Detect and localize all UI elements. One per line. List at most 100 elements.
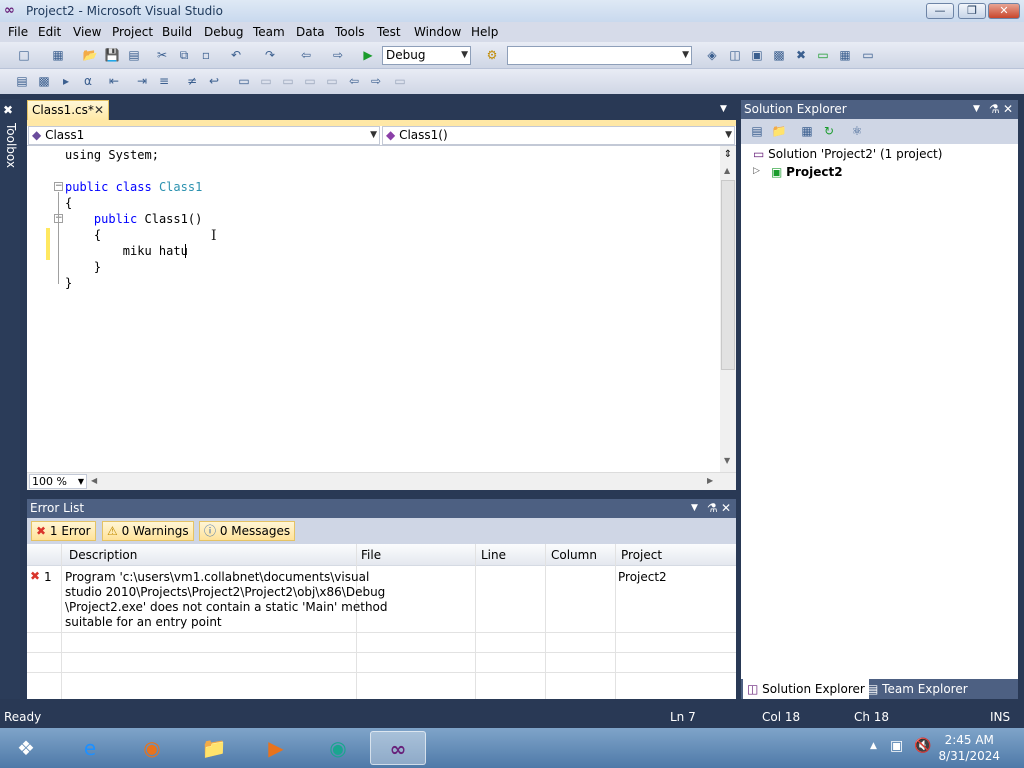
refresh-copy-icon[interactable]: ▦ (799, 123, 815, 139)
display-parameter-info-icon[interactable]: ▩ (36, 73, 52, 89)
column-line[interactable]: Line (481, 548, 506, 562)
media-player-icon[interactable]: ▶ (248, 731, 304, 765)
firefox-icon[interactable]: ◉ (124, 731, 180, 765)
code-line[interactable]: { (65, 227, 101, 243)
start-button-icon[interactable]: ❖ (2, 731, 50, 765)
solution-configuration-dropdown[interactable]: Debug ▼ (382, 46, 471, 65)
project-node[interactable]: ▣ Project2 (771, 165, 843, 179)
code-line[interactable]: { (65, 195, 72, 211)
show-all-files-icon[interactable]: 📁 (771, 123, 787, 139)
column-project[interactable]: Project (621, 548, 662, 562)
tab-list-chevron-icon[interactable]: ▼ (720, 104, 727, 114)
file-explorer-icon[interactable]: 📁 (186, 731, 242, 765)
tab-team-explorer[interactable]: ▤ Team Explorer (863, 679, 972, 699)
next-bookmark-document-icon[interactable]: ⇨ (368, 73, 384, 89)
menu-window[interactable]: Window (414, 25, 461, 39)
restore-button[interactable]: ❐ (958, 3, 986, 19)
format-icon[interactable]: ↩ (206, 73, 222, 89)
window-position-chevron-icon[interactable]: ▼ (691, 499, 698, 518)
tab-class1-cs[interactable]: Class1.cs* ✕ (27, 100, 109, 120)
next-bookmark-icon[interactable]: ▭ (280, 73, 296, 89)
previous-bookmark-folder-icon[interactable]: ▭ (302, 73, 318, 89)
comment-out-icon[interactable]: ≡ (156, 73, 172, 89)
code-line[interactable]: public Class1() (65, 211, 202, 227)
add-item-icon[interactable]: ▦ (50, 47, 66, 63)
menu-view[interactable]: View (73, 25, 101, 39)
save-all-icon[interactable]: ▤ (126, 47, 142, 63)
close-tab-icon[interactable]: ✕ (94, 101, 104, 120)
menu-file[interactable]: File (8, 25, 28, 39)
scroll-right-icon[interactable]: ▶ (707, 476, 713, 485)
column-file[interactable]: File (361, 548, 381, 562)
navigate-forward-icon[interactable]: ⇨ (330, 47, 346, 63)
visual-studio-taskbar-icon[interactable]: ∞ (370, 731, 426, 765)
menu-test[interactable]: Test (377, 25, 401, 39)
collapse-class-icon[interactable]: − (54, 182, 63, 191)
toolbox-tab[interactable]: Toolbox (2, 123, 18, 168)
find-symbol-icon[interactable]: ◈ (704, 47, 720, 63)
solution-explorer-icon[interactable]: ◫ (727, 47, 743, 63)
previous-bookmark-document-icon[interactable]: ⇦ (346, 73, 362, 89)
zoom-dropdown[interactable]: 100 % ▼ (29, 474, 87, 489)
display-object-member-list-icon[interactable]: ▤ (14, 73, 30, 89)
start-debugging-icon[interactable]: ▶ (360, 47, 376, 63)
next-bookmark-folder-icon[interactable]: ▭ (324, 73, 340, 89)
menu-edit[interactable]: Edit (38, 25, 61, 39)
copy-icon[interactable]: ⧉ (176, 47, 192, 63)
menu-debug[interactable]: Debug (204, 25, 243, 39)
close-button[interactable]: ✕ (988, 3, 1020, 19)
find-combo[interactable]: ▼ (507, 46, 692, 65)
code-line[interactable]: miku hatu (65, 243, 188, 259)
uncomment-icon[interactable]: ≠ (184, 73, 200, 89)
window-position-chevron-icon[interactable]: ▼ (973, 100, 980, 119)
object-browser-icon[interactable]: ▩ (771, 47, 787, 63)
code-line[interactable]: using System; (65, 147, 159, 163)
tab-solution-explorer[interactable]: ◫ Solution Explorer (743, 679, 869, 699)
toolbox-icon[interactable]: ✖ (793, 47, 809, 63)
menu-build[interactable]: Build (162, 25, 192, 39)
code-line[interactable]: public class Class1 (65, 179, 202, 195)
new-project-icon[interactable]: □ (16, 47, 32, 63)
errors-filter-button[interactable]: ✖ 1 Error (31, 521, 96, 541)
clear-bookmarks-icon[interactable]: ▭ (392, 73, 408, 89)
column-column[interactable]: Column (551, 548, 597, 562)
network-icon[interactable]: ▣ (890, 738, 903, 754)
toggle-bookmark-icon[interactable]: ▭ (236, 73, 252, 89)
previous-bookmark-icon[interactable]: ▭ (258, 73, 274, 89)
find-in-files-icon[interactable]: ⚙ (484, 47, 500, 63)
menu-data[interactable]: Data (296, 25, 325, 39)
taskbar-clock[interactable]: 2:45 AM 8/31/2024 (938, 732, 1000, 764)
command-window-icon[interactable]: ▭ (860, 47, 876, 63)
volume-muted-icon[interactable]: 🔇 (914, 738, 931, 754)
view-class-diagram-icon[interactable]: ⚛ (849, 123, 865, 139)
open-file-icon[interactable]: 📂 (82, 47, 98, 63)
app-globe-icon[interactable]: ◉ (310, 731, 366, 765)
menu-team[interactable]: Team (253, 25, 285, 39)
column-description[interactable]: Description (69, 548, 137, 562)
minimize-button[interactable]: — (926, 3, 954, 19)
refresh-icon[interactable]: ↻ (821, 123, 837, 139)
internet-explorer-icon[interactable]: e (62, 731, 118, 765)
warnings-filter-button[interactable]: ⚠ 0 Warnings (102, 521, 194, 541)
decrease-indent-icon[interactable]: ⇤ (106, 73, 122, 89)
toolbox-icon[interactable]: ✖ (3, 103, 13, 117)
menu-project[interactable]: Project (112, 25, 153, 39)
close-icon[interactable]: ✕ (721, 499, 731, 518)
properties-icon[interactable]: ▣ (749, 47, 765, 63)
scroll-up-icon[interactable]: ▲ (724, 166, 730, 175)
display-quick-info-icon[interactable]: ▸ (58, 73, 74, 89)
members-dropdown[interactable]: ◆ Class1() ▼ (382, 126, 735, 145)
solution-node[interactable]: ▭ Solution 'Project2' (1 project) (753, 147, 942, 161)
auto-hide-pin-icon[interactable]: ⚗ (707, 499, 718, 518)
start-page-icon[interactable]: ▭ (815, 47, 831, 63)
complete-word-icon[interactable]: α (80, 73, 96, 89)
cut-icon[interactable]: ✂ (154, 47, 170, 63)
menu-tools[interactable]: Tools (335, 25, 365, 39)
navigate-backward-icon[interactable]: ⇦ (298, 47, 314, 63)
properties-icon[interactable]: ▤ (749, 123, 765, 139)
code-line[interactable]: } (65, 259, 101, 275)
close-icon[interactable]: ✕ (1003, 100, 1013, 119)
undo-icon[interactable]: ↶ (228, 47, 244, 63)
show-hidden-icons-chevron-icon[interactable]: ▲ (870, 741, 877, 751)
error-row[interactable]: ✖ 1 Program 'c:\users\vm1.collabnet\docu… (27, 568, 736, 632)
